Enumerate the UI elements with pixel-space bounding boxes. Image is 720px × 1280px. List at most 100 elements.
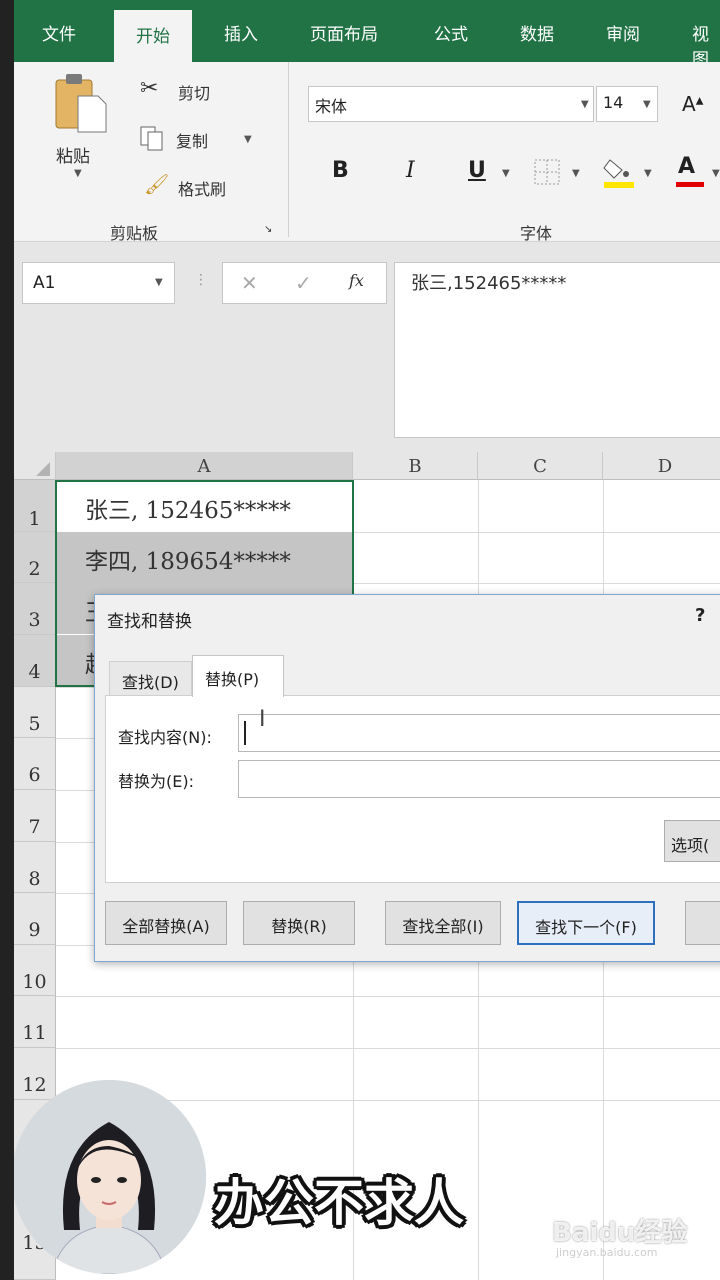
tab-formulas[interactable]: 公式 <box>434 20 468 45</box>
ribbon-tab-bar: 文件 开始 插入 页面布局 公式 数据 审阅 视图 <box>14 0 720 70</box>
font-group-label: 字体 <box>520 224 553 243</box>
replace-button[interactable]: 替换(R) <box>243 901 355 945</box>
font-color-icon: A <box>678 154 696 179</box>
paste-icon <box>55 74 107 133</box>
gridline <box>56 996 720 997</box>
row-header-10[interactable]: 10 <box>14 945 56 996</box>
font-size-value: 14 <box>603 93 624 112</box>
formula-buttons: ✕ ✓ fx <box>222 262 387 304</box>
tab-file[interactable]: 文件 <box>42 20 76 45</box>
chevron-down-icon: ▼ <box>155 277 163 288</box>
screen: 文件 开始 插入 页面布局 公式 数据 审阅 视图 粘贴 ▼ ✂ 剪切 复制 ▼… <box>0 0 720 1280</box>
baidu-watermark-url: jingyan.baidu.com <box>556 1246 658 1259</box>
find-next-button[interactable]: 查找下一个(F) <box>517 901 655 945</box>
row-header-2[interactable]: 2 <box>14 532 56 583</box>
fill-color-dropdown-icon[interactable]: ▼ <box>644 168 652 179</box>
replace-with-label: 替换为(E): <box>118 772 194 791</box>
row-header-8[interactable]: 8 <box>14 842 56 893</box>
row-header-6[interactable]: 6 <box>14 738 56 790</box>
find-replace-dialog: 查找和替换 ? 查找(D) 替换(P) 查找内容(N): I 替换为(E): 选… <box>94 594 720 962</box>
ibeam-cursor-icon: I <box>259 707 266 732</box>
tab-data[interactable]: 数据 <box>520 20 554 45</box>
cancel-icon[interactable]: ✕ <box>241 271 258 295</box>
drag-handle-icon[interactable]: ⋮ <box>194 272 208 288</box>
font-name-select[interactable]: 宋体 ▼ <box>308 86 594 122</box>
copy-label: 复制 <box>176 132 209 151</box>
formula-bar-area: A1 ▼ ⋮ ✕ ✓ fx 张三,152465***** <box>14 242 720 452</box>
font-color-dropdown-icon[interactable]: ▼ <box>712 168 720 179</box>
corner-triangle-icon <box>36 462 50 476</box>
row-header-4[interactable]: 4 <box>14 635 56 687</box>
row-header-5[interactable]: 5 <box>14 687 56 738</box>
row-header-3[interactable]: 3 <box>14 583 56 635</box>
tab-review[interactable]: 审阅 <box>606 20 640 45</box>
row-header-12[interactable]: 12 <box>14 1048 56 1100</box>
row-header-1[interactable]: 1 <box>14 480 56 532</box>
column-header-c[interactable]: C <box>478 452 603 480</box>
row-header-7[interactable]: 7 <box>14 790 56 842</box>
presenter-avatar <box>12 1080 206 1274</box>
row-header-11[interactable]: 11 <box>14 996 56 1048</box>
find-all-button[interactable]: 查找全部(I) <box>385 901 501 945</box>
borders-icon[interactable] <box>534 159 560 185</box>
gridline <box>56 1048 720 1049</box>
slogan-text: 办公不求人 <box>214 1174 464 1232</box>
help-icon[interactable]: ? <box>695 605 705 626</box>
row-header-9[interactable]: 9 <box>14 893 56 945</box>
left-edge-strip <box>0 0 14 1280</box>
paste-button[interactable]: 粘贴 ▼ <box>48 72 114 182</box>
cut-button[interactable]: ✂ 剪切 <box>140 76 240 110</box>
tab-replace[interactable]: 替换(P) <box>192 655 284 697</box>
clipboard-launcher-icon[interactable]: ↘ <box>264 224 272 235</box>
chevron-down-icon: ▼ <box>643 99 651 110</box>
text-cursor <box>244 721 246 745</box>
replace-with-input[interactable] <box>238 760 720 798</box>
tab-page-layout[interactable]: 页面布局 <box>310 20 378 45</box>
copy-button[interactable]: 复制 ▼ <box>138 124 258 158</box>
column-header-a[interactable]: A <box>56 452 353 480</box>
italic-button[interactable]: I <box>406 158 415 183</box>
select-all-corner[interactable] <box>14 452 56 480</box>
name-box[interactable]: A1 ▼ <box>22 262 175 304</box>
copy-icon <box>140 126 163 151</box>
baidu-watermark: Baidu经验 <box>552 1218 688 1248</box>
borders-dropdown-icon[interactable]: ▼ <box>572 168 580 179</box>
bold-button[interactable]: B <box>332 158 349 183</box>
find-what-label: 查找内容(N): <box>118 728 212 747</box>
formula-input[interactable]: 张三,152465***** <box>394 262 720 438</box>
font-name-value: 宋体 <box>315 97 348 116</box>
column-header-b[interactable]: B <box>353 452 478 480</box>
dialog-title: 查找和替换 <box>107 612 192 632</box>
replace-panel: 查找内容(N): I 替换为(E): 选项( <box>105 695 720 883</box>
column-header-d[interactable]: D <box>603 452 720 480</box>
copy-dropdown-icon[interactable]: ▼ <box>244 134 252 145</box>
replace-all-button[interactable]: 全部替换(A) <box>105 901 227 945</box>
cut-label: 剪切 <box>178 84 211 103</box>
format-painter-label: 格式刷 <box>178 180 227 199</box>
options-button[interactable]: 选项( <box>664 820 720 862</box>
grow-font-icon[interactable]: A▲ <box>682 92 703 116</box>
fill-color-icon[interactable] <box>602 156 636 188</box>
font-color-button[interactable]: A <box>674 152 706 188</box>
format-painter-button[interactable]: 🖌 格式刷 <box>144 172 254 206</box>
underline-button[interactable]: U <box>468 158 486 183</box>
clipboard-group-label: 剪贴板 <box>110 224 159 243</box>
chevron-down-icon: ▼ <box>581 99 589 110</box>
ribbon-home: 粘贴 ▼ ✂ 剪切 复制 ▼ 🖌 格式刷 剪贴板 ↘ 宋体 ▼ 14 ▼ A▲ … <box>14 62 720 243</box>
brush-icon: 🖌 <box>144 172 170 196</box>
tab-find[interactable]: 查找(D) <box>109 661 192 695</box>
paste-dropdown-icon[interactable]: ▼ <box>74 168 82 179</box>
close-dialog-button[interactable] <box>685 901 720 945</box>
group-separator <box>288 62 289 237</box>
enter-icon[interactable]: ✓ <box>295 271 312 295</box>
avatar-illustration <box>12 1080 206 1274</box>
font-size-select[interactable]: 14 ▼ <box>596 86 658 122</box>
underline-dropdown-icon[interactable]: ▼ <box>502 168 510 179</box>
paste-label: 粘贴 <box>56 147 90 167</box>
tab-home[interactable]: 开始 <box>114 10 192 62</box>
name-box-value: A1 <box>33 273 56 293</box>
tab-insert[interactable]: 插入 <box>224 20 258 45</box>
insert-function-icon[interactable]: fx <box>349 271 364 290</box>
scissors-icon: ✂ <box>140 76 159 101</box>
find-what-input[interactable]: I <box>238 707 720 752</box>
